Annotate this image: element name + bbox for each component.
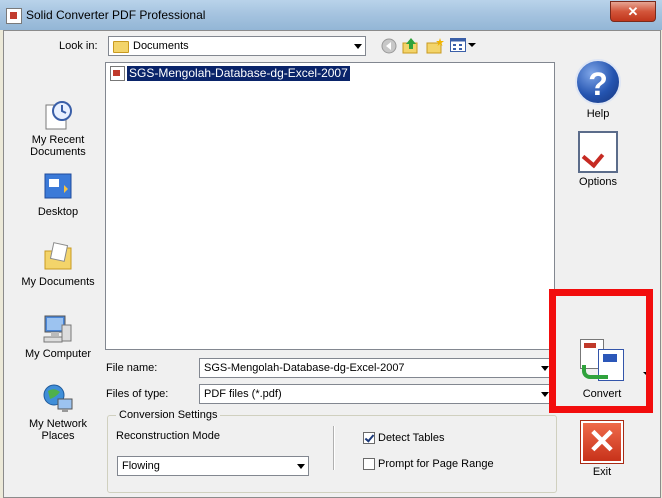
options-label: Options [579,176,617,188]
detect-tables-label: Detect Tables [378,432,445,444]
list-item[interactable]: SGS-Mengolah-Database-dg-Excel-2007 [110,65,350,81]
window-title: Solid Converter PDF Professional [26,8,206,22]
dialog-client: Look in: Documents My Recent Documents D… [3,30,661,498]
back-icon[interactable] [381,38,399,54]
look-in-value: Documents [133,40,189,52]
file-name-value: SGS-Mengolah-Database-dg-Excel-2007 [204,362,405,374]
file-type-combobox[interactable]: PDF files (*.pdf) [199,384,553,404]
place-label: My Network Places [28,418,88,442]
file-type-label: Files of type: [106,388,169,400]
exit-button[interactable]: ✕ Exit [570,420,634,478]
place-my-recent-documents[interactable]: My Recent Documents [20,99,96,158]
application-window: Solid Converter PDF Professional ✕ Look … [0,0,662,498]
chevron-down-icon [541,366,549,371]
file-name-combobox[interactable]: SGS-Mengolah-Database-dg-Excel-2007 [199,358,553,378]
pdf-file-icon [110,65,125,81]
options-button[interactable]: Options [566,131,630,188]
look-in-label: Look in: [59,40,98,52]
help-label: Help [586,108,610,120]
new-folder-icon[interactable] [426,37,444,54]
place-my-network-places[interactable]: My Network Places [20,383,96,442]
chevron-down-icon [541,392,549,397]
look-in-combobox[interactable]: Documents [108,36,366,56]
place-my-computer[interactable]: My Computer [20,313,96,360]
exit-label: Exit [592,466,612,478]
up-folder-icon[interactable] [402,37,420,54]
detect-tables-checkbox[interactable] [363,432,375,444]
conversion-settings-title: Conversion Settings [116,409,221,421]
conversion-settings-group: Conversion Settings Reconstruction Mode … [107,409,557,493]
close-button[interactable]: ✕ [610,1,656,22]
prompt-page-range-label: Prompt for Page Range [378,458,494,470]
options-checklist-icon [578,131,618,173]
file-name-text: SGS-Mengolah-Database-dg-Excel-2007 [127,65,350,81]
place-label: My Recent Documents [30,134,86,158]
view-menu-icon[interactable] [450,38,476,54]
file-name-label: File name: [106,362,158,374]
place-label: Desktop [37,206,79,218]
recent-documents-icon [42,99,74,131]
file-list[interactable]: SGS-Mengolah-Database-dg-Excel-2007 [105,62,555,350]
reconstruction-mode-label: Reconstruction Mode [116,430,220,442]
network-places-icon [42,383,74,415]
place-my-documents[interactable]: My Documents [20,241,96,288]
chevron-down-icon [354,44,362,49]
app-icon [6,8,22,24]
my-documents-icon [42,241,74,273]
title-bar: Solid Converter PDF Professional ✕ [0,0,662,30]
place-label: My Documents [21,276,95,288]
folder-icon [113,41,129,53]
prompt-page-range-checkbox[interactable] [363,458,375,470]
settings-divider [333,426,335,470]
place-label: My Computer [24,348,92,360]
chevron-down-icon [297,464,305,469]
exit-icon: ✕ [580,420,624,464]
convert-highlight-box [549,289,653,413]
help-icon: ? [575,59,621,105]
reconstruction-mode-value: Flowing [122,460,160,472]
reconstruction-mode-select[interactable]: Flowing [117,456,309,476]
file-type-value: PDF files (*.pdf) [204,388,282,400]
help-button[interactable]: ? Help [566,59,630,120]
place-desktop[interactable]: Desktop [20,171,96,218]
view-dropdown-arrow-icon [468,43,476,47]
my-computer-icon [42,313,74,345]
desktop-icon [42,171,74,203]
places-bar: My Recent Documents Desktop My Documents… [20,93,96,450]
